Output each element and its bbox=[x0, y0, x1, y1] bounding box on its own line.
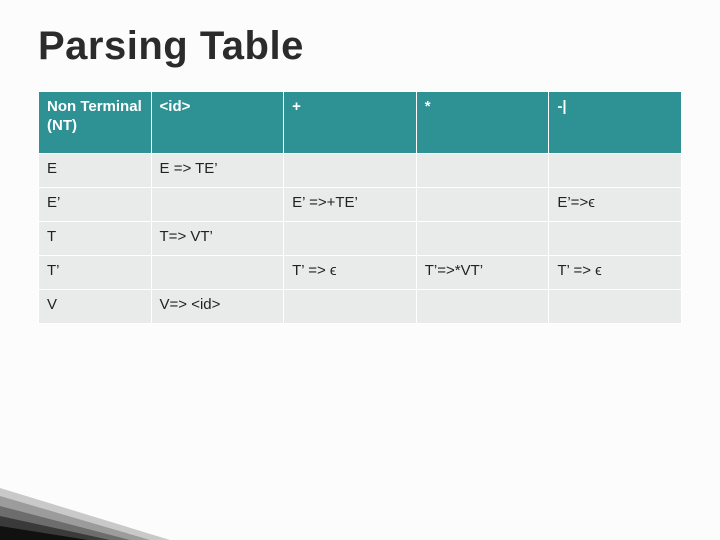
cell: T=> VT’ bbox=[151, 222, 284, 256]
table-row: T’ T’ => ϵ T’=>*VT’ T’ => ϵ bbox=[39, 256, 682, 290]
cell: T’ => ϵ bbox=[284, 256, 417, 290]
cell bbox=[416, 154, 549, 188]
col-header-end: -| bbox=[549, 92, 682, 154]
cell bbox=[416, 290, 549, 324]
slide: Parsing Table Non Terminal (NT) <id> + *… bbox=[0, 0, 720, 540]
row-nt: T’ bbox=[39, 256, 152, 290]
slide-title: Parsing Table bbox=[38, 24, 682, 69]
table-row: T T=> VT’ bbox=[39, 222, 682, 256]
cell bbox=[416, 188, 549, 222]
cell bbox=[549, 222, 682, 256]
row-nt: E bbox=[39, 154, 152, 188]
col-header-nt: Non Terminal (NT) bbox=[39, 92, 152, 154]
row-nt: E’ bbox=[39, 188, 152, 222]
cell bbox=[549, 154, 682, 188]
cell: E => TE’ bbox=[151, 154, 284, 188]
table-row: E E => TE’ bbox=[39, 154, 682, 188]
corner-accent-icon bbox=[0, 476, 170, 540]
row-nt: T bbox=[39, 222, 152, 256]
col-header-star: * bbox=[416, 92, 549, 154]
cell bbox=[549, 290, 682, 324]
row-nt: V bbox=[39, 290, 152, 324]
col-header-id: <id> bbox=[151, 92, 284, 154]
table-row: V V=> <id> bbox=[39, 290, 682, 324]
table-row: E’ E’ =>+TE’ E’=>ϵ bbox=[39, 188, 682, 222]
cell bbox=[416, 222, 549, 256]
parsing-table: Non Terminal (NT) <id> + * -| E E => TE’… bbox=[38, 91, 682, 324]
cell: T’=>*VT’ bbox=[416, 256, 549, 290]
cell bbox=[284, 154, 417, 188]
cell: E’=>ϵ bbox=[549, 188, 682, 222]
col-header-plus: + bbox=[284, 92, 417, 154]
cell: E’ =>+TE’ bbox=[284, 188, 417, 222]
cell bbox=[151, 188, 284, 222]
cell bbox=[151, 256, 284, 290]
cell bbox=[284, 290, 417, 324]
cell: V=> <id> bbox=[151, 290, 284, 324]
cell: T’ => ϵ bbox=[549, 256, 682, 290]
cell bbox=[284, 222, 417, 256]
table-header-row: Non Terminal (NT) <id> + * -| bbox=[39, 92, 682, 154]
